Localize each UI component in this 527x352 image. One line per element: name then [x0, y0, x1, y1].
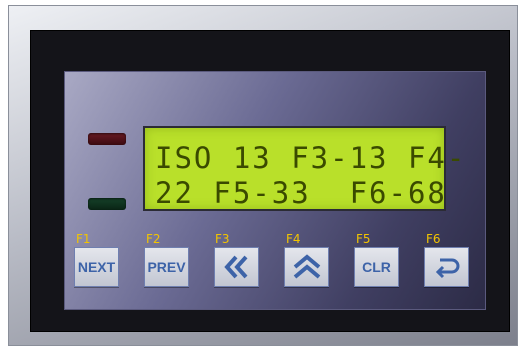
- f4-label: F4: [286, 232, 301, 246]
- lcd-display: ISO 13 F3-13 F4- 22 F5-33 F6-68: [143, 126, 464, 211]
- return-arrow-icon: [432, 254, 462, 280]
- f5-label: F5: [356, 232, 371, 246]
- double-chevron-left-icon: [223, 254, 251, 280]
- prev-button[interactable]: PREV: [144, 247, 189, 287]
- double-chevron-up-icon: [291, 254, 323, 280]
- f2-label: F2: [146, 232, 161, 246]
- next-button[interactable]: NEXT: [74, 247, 119, 287]
- f1-label: F1: [76, 232, 91, 246]
- f6-label: F6: [426, 232, 441, 246]
- red-status-led: [88, 133, 126, 145]
- prev-button-label: PREV: [147, 259, 186, 275]
- clear-button[interactable]: CLR: [354, 247, 399, 287]
- lcd-line-1: ISO 13 F3-13 F4-: [155, 141, 467, 175]
- left-button[interactable]: [214, 247, 259, 287]
- green-status-led: [88, 198, 126, 210]
- enter-button[interactable]: [424, 247, 469, 287]
- lcd-line-2: 22 F5-33 F6-68: [155, 176, 447, 210]
- next-button-label: NEXT: [77, 259, 116, 275]
- up-button[interactable]: [284, 247, 329, 287]
- f3-label: F3: [215, 232, 230, 246]
- clear-button-label: CLR: [362, 259, 391, 275]
